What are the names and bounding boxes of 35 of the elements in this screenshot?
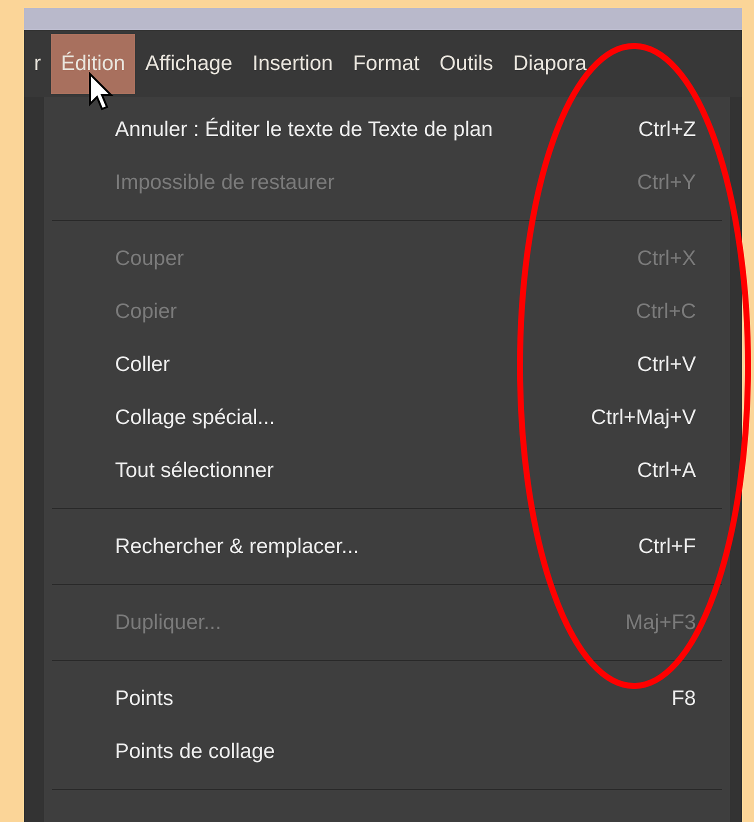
- menu-item[interactable]: Annuler : Éditer le texte de Texte de plan Ctrl+Z: [44, 103, 730, 156]
- shortcut-label: Ctrl+V: [637, 352, 696, 378]
- menu-item-label: Collage spécial...: [115, 404, 275, 431]
- menu-item-label: Couper: [115, 246, 184, 272]
- menu-bar-item[interactable]: Outils: [429, 34, 504, 94]
- mouse-cursor-icon: [88, 72, 114, 112]
- menu-item[interactable]: Points F8: [44, 672, 730, 725]
- shortcut-label: Ctrl+F: [638, 534, 696, 560]
- menu-bar-item[interactable]: Affichage: [135, 34, 242, 94]
- menu-item[interactable]: Rechercher & remplacer... Ctrl+F: [44, 520, 730, 573]
- shortcut-label: Maj+F3: [625, 610, 696, 636]
- menu-item-label: Coller: [115, 352, 170, 378]
- shortcut-label: Ctrl+Y: [637, 170, 696, 196]
- menu-item-label: Dupliquer...: [115, 610, 222, 636]
- menu-item-label: Points de collage: [115, 738, 275, 765]
- menu-item-label: Copier: [115, 298, 177, 325]
- menu-bar-item[interactable]: Diapora: [503, 34, 597, 94]
- menu-item-label: Rechercher & remplacer...: [115, 534, 359, 560]
- menu-bar-item[interactable]: Format: [342, 34, 430, 94]
- menu-item[interactable]: Points de collage: [44, 725, 730, 778]
- menu-item-label: Annuler : Éditer le texte de Texte de plan: [115, 116, 493, 143]
- shortcut-label: Ctrl+X: [637, 246, 696, 272]
- menu-item[interactable]: Tout sélectionner Ctrl+A: [44, 444, 730, 497]
- menu-item[interactable]: Coller Ctrl+V: [44, 338, 730, 391]
- shortcut-label: F8: [671, 686, 696, 712]
- shortcut-label: Ctrl+Maj+V: [590, 404, 696, 431]
- shortcut-label: Ctrl+C: [636, 298, 696, 325]
- menu-item-label: Points: [115, 686, 174, 712]
- menu-item-label: Impossible de restaurer: [115, 170, 334, 196]
- menu-item[interactable]: Collage spécial... Ctrl+Maj+V: [44, 391, 730, 444]
- menu-bar-item[interactable]: r: [24, 34, 51, 94]
- shortcut-label: Ctrl+A: [637, 458, 696, 484]
- shortcut-label: Ctrl+Z: [638, 116, 696, 143]
- menu-item-label: Tout sélectionner: [115, 458, 274, 484]
- menu-bar-item[interactable]: Insertion: [242, 34, 343, 94]
